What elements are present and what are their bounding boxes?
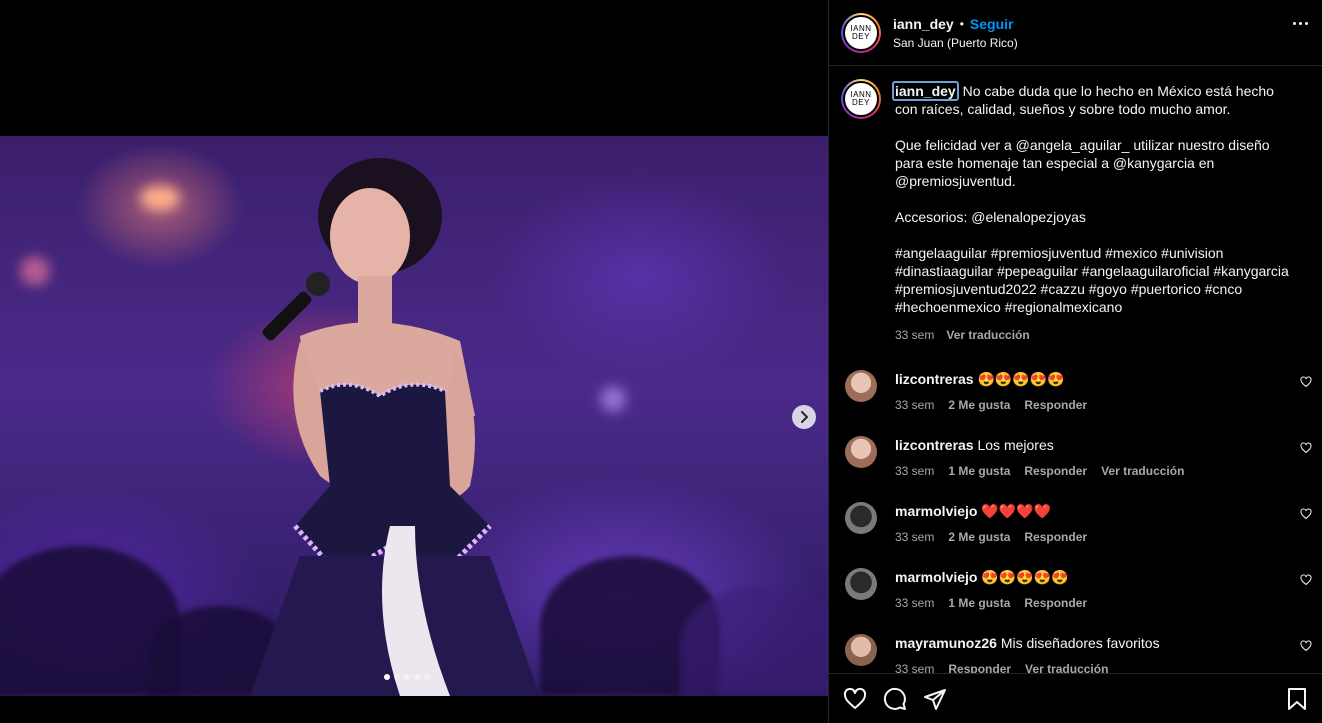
commenter-username[interactable]: mayramunoz26 <box>895 635 997 651</box>
post-header: IANN DEY iann_dey • Seguir San Juan (Puer… <box>829 0 1322 66</box>
author-username[interactable]: iann_dey <box>893 16 954 32</box>
reply-button[interactable]: Responder <box>1024 396 1087 414</box>
caption-translate-link[interactable]: Ver traducción <box>946 326 1029 344</box>
post-caption: IANN DEY iann_dey No cabe duda que lo hec… <box>829 67 1322 344</box>
commenter-username[interactable]: marmolviejo <box>895 503 977 519</box>
commenter-username[interactable]: marmolviejo <box>895 569 977 585</box>
crowd-silhouette <box>680 586 828 696</box>
comment-text: 😍😍😍😍😍 <box>981 569 1069 585</box>
caption-author-avatar[interactable]: IANN DEY <box>841 79 881 119</box>
post-action-bar <box>829 673 1322 723</box>
comment-likes[interactable]: 2 Me gusta <box>948 396 1010 414</box>
share-button[interactable] <box>923 687 947 711</box>
singer-figure <box>250 158 540 696</box>
separator-bullet: • <box>959 16 964 31</box>
chevron-right-icon <box>801 411 808 423</box>
reply-button[interactable]: Responder <box>948 660 1011 673</box>
post-location[interactable]: San Juan (Puerto Rico) <box>893 36 1018 50</box>
comment-text: Los mejores <box>977 437 1054 453</box>
commenter-username[interactable]: lizcontreras <box>895 371 974 387</box>
comment-item: lizcontreras Los mejores 33 sem 1 Me gus… <box>829 436 1322 502</box>
comment-item: lizcontreras 😍😍😍😍😍 33 sem 2 Me gusta Res… <box>829 370 1322 436</box>
carousel-dot <box>424 674 430 680</box>
author-avatar[interactable]: IANN DEY <box>841 12 881 53</box>
comment-likes[interactable]: 2 Me gusta <box>948 528 1010 546</box>
comment-item: marmolviejo ❤️❤️❤️❤️ 33 sem 2 Me gusta R… <box>829 502 1322 568</box>
like-comment-heart-icon[interactable] <box>1300 508 1312 520</box>
comment-time[interactable]: 33 sem <box>895 594 934 612</box>
caption-line: Que felicidad ver a @angela_aguilar_ uti… <box>895 137 1270 189</box>
more-options-icon[interactable] <box>1293 22 1308 25</box>
stage-light <box>20 256 50 286</box>
comment-text: 😍😍😍😍😍 <box>977 371 1065 387</box>
comment-item: marmolviejo 😍😍😍😍😍 33 sem 1 Me gusta Resp… <box>829 568 1322 634</box>
paper-plane-icon <box>924 688 946 710</box>
heart-icon <box>843 687 867 709</box>
caption-text: iann_dey No cabe duda que lo hecho en Mé… <box>892 79 1295 344</box>
carousel-dot <box>394 674 400 680</box>
comment-item: mayramunoz26 Mis diseñadores favoritos 3… <box>829 634 1322 673</box>
post-details-panel: IANN DEY iann_dey • Seguir San Juan (Puer… <box>828 0 1322 723</box>
caption-username[interactable]: iann_dey <box>892 81 959 101</box>
comment-likes[interactable]: 1 Me gusta <box>948 462 1010 480</box>
comment-time[interactable]: 33 sem <box>895 396 934 414</box>
post-media-area <box>0 0 828 723</box>
comment-likes[interactable]: 1 Me gusta <box>948 594 1010 612</box>
comments-list: lizcontreras 😍😍😍😍😍 33 sem 2 Me gusta Res… <box>829 370 1322 673</box>
commenter-username[interactable]: lizcontreras <box>895 437 974 453</box>
reply-button[interactable]: Responder <box>1024 528 1087 546</box>
commenter-avatar[interactable] <box>845 568 877 600</box>
like-button[interactable] <box>843 687 867 711</box>
stage-light <box>600 386 626 412</box>
avatar-logo-text: DEY <box>852 31 870 41</box>
comment-text: ❤️❤️❤️❤️ <box>981 503 1052 519</box>
carousel-dot <box>384 674 390 680</box>
carousel-next-button[interactable] <box>792 405 816 429</box>
like-comment-heart-icon[interactable] <box>1300 640 1312 652</box>
reply-button[interactable]: Responder <box>1024 462 1087 480</box>
comment-button[interactable] <box>883 687 907 711</box>
like-comment-heart-icon[interactable] <box>1300 574 1312 586</box>
translate-link[interactable]: Ver traducción <box>1101 462 1184 480</box>
like-comment-heart-icon[interactable] <box>1300 376 1312 388</box>
comment-time[interactable]: 33 sem <box>895 660 934 673</box>
stage-light <box>140 186 180 210</box>
comment-time[interactable]: 33 sem <box>895 462 934 480</box>
carousel-indicator <box>384 674 430 680</box>
comment-bubble-icon <box>883 687 906 710</box>
commenter-avatar[interactable] <box>845 370 877 402</box>
translate-link[interactable]: Ver traducción <box>1025 660 1108 673</box>
commenter-avatar[interactable] <box>845 436 877 468</box>
save-button[interactable] <box>1286 687 1308 711</box>
carousel-dot <box>414 674 420 680</box>
commenter-avatar[interactable] <box>845 502 877 534</box>
reply-button[interactable]: Responder <box>1024 594 1087 612</box>
caption-hashtags: #angelaaguilar #premiosjuventud #mexico … <box>895 245 1289 315</box>
carousel-dot <box>404 674 410 680</box>
comments-scroll-area[interactable]: IANN DEY iann_dey No cabe duda que lo hec… <box>829 67 1322 673</box>
avatar-logo-text: DEY <box>852 98 870 107</box>
commenter-avatar[interactable] <box>845 634 877 666</box>
comment-time[interactable]: 33 sem <box>895 528 934 546</box>
comment-text: Mis diseñadores favoritos <box>1000 635 1160 651</box>
bookmark-icon <box>1288 687 1306 710</box>
caption-time[interactable]: 33 sem <box>895 326 934 344</box>
follow-button[interactable]: Seguir <box>970 16 1014 32</box>
caption-line: Accesorios: @elenalopezjoyas <box>895 209 1086 225</box>
post-photo <box>0 136 828 696</box>
like-comment-heart-icon[interactable] <box>1300 442 1312 454</box>
